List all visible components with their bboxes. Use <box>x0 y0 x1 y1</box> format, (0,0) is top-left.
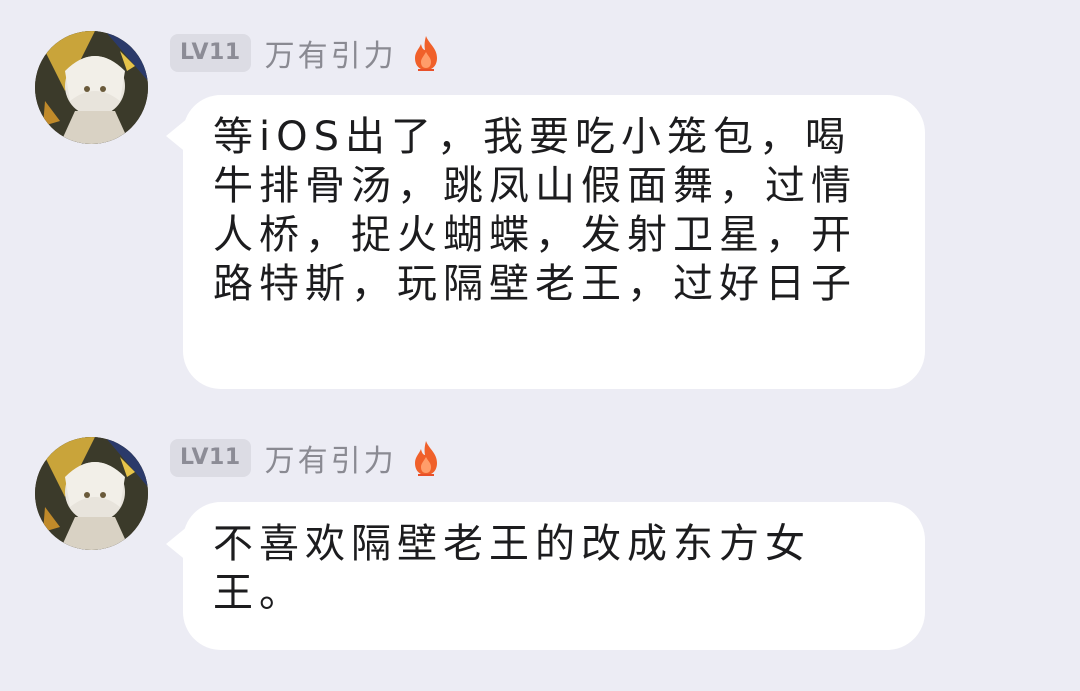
message-bubble[interactable]: 等iOS出了，我要吃小笼包，喝牛排骨汤，跳凤山假面舞，过情人桥，捉火蝴蝶，发射卫… <box>183 95 925 389</box>
message-bubble[interactable]: 不喜欢隔壁老王的改成东方女王。 <box>183 502 925 650</box>
username[interactable]: 万有引力 <box>265 31 397 75</box>
flame-icon <box>411 439 441 477</box>
username[interactable]: 万有引力 <box>265 436 397 480</box>
message-text: 不喜欢隔壁老王的改成东方女王。 <box>213 521 811 616</box>
user-avatar[interactable] <box>35 437 148 550</box>
anime-character-avatar-icon <box>35 31 148 144</box>
flame-icon <box>411 34 441 72</box>
message-text: 等iOS出了，我要吃小笼包，喝牛排骨汤，跳凤山假面舞，过情人桥，捉火蝴蝶，发射卫… <box>213 114 857 307</box>
level-badge: LV11 <box>170 34 251 72</box>
message-header: LV11 万有引力 <box>170 31 441 75</box>
level-badge: LV11 <box>170 439 251 477</box>
anime-character-avatar-icon <box>35 437 148 550</box>
user-avatar[interactable] <box>35 31 148 144</box>
message-header: LV11 万有引力 <box>170 436 441 480</box>
